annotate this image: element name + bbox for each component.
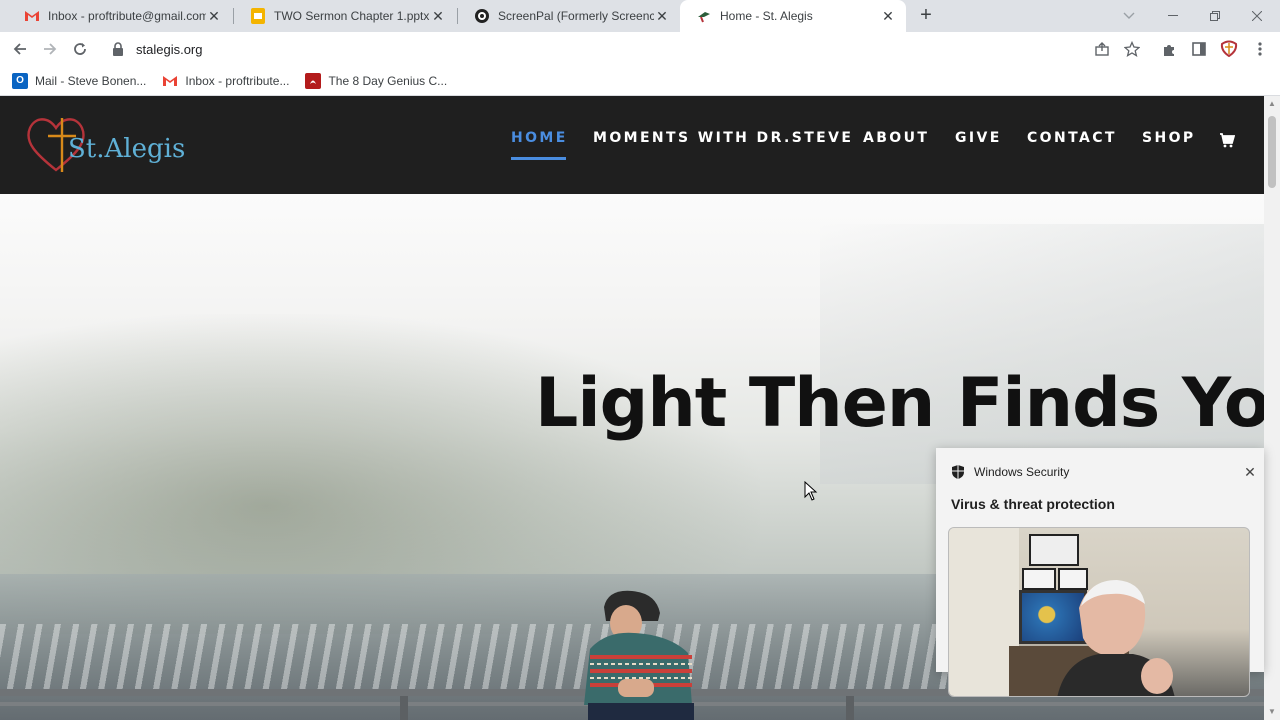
reload-button[interactable]	[67, 36, 93, 62]
bookmark-mail[interactable]: O Mail - Steve Bonen...	[12, 72, 147, 89]
minimize-icon[interactable]	[1150, 0, 1196, 32]
hero-headline: Light Then Finds You	[535, 364, 1264, 443]
site-logo[interactable]: St.Alegis	[26, 114, 186, 176]
tab-sermon-slides[interactable]: TWO Sermon Chapter 1.pptx - G ✕	[234, 0, 456, 32]
tab-title: Inbox - proftribute@gmail.com -	[48, 9, 206, 23]
tab-title: ScreenPal (Formerly Screencast-O	[498, 9, 654, 23]
share-icon[interactable]	[1090, 37, 1114, 61]
back-button[interactable]	[7, 36, 33, 62]
close-icon[interactable]: ✕	[206, 8, 222, 24]
forward-button[interactable]	[37, 36, 63, 62]
close-icon[interactable]: ✕	[880, 8, 896, 24]
scroll-down-icon[interactable]: ▼	[1268, 708, 1276, 716]
lock-icon	[113, 42, 123, 56]
nav-give-label: GIVE	[955, 130, 1002, 146]
nav-about-label: ABOUT	[863, 130, 930, 146]
new-tab-button[interactable]: +	[914, 4, 938, 28]
bookmark-label: Inbox - proftribute...	[185, 73, 290, 88]
nav-home[interactable]: HOME	[511, 130, 568, 160]
presenter-image	[1057, 580, 1175, 696]
railing-post	[846, 696, 854, 720]
tab-gmail-inbox[interactable]: Inbox - proftribute@gmail.com - ✕	[8, 0, 232, 32]
tab-st-alegis[interactable]: Home - St. Alegis ✕	[680, 0, 906, 32]
site-header: St.Alegis HOME MOMENTS WITH DR.STEVE ABO…	[0, 96, 1264, 194]
extensions-icon[interactable]	[1157, 37, 1181, 61]
tab-strip: Inbox - proftribute@gmail.com - ✕ TWO Se…	[0, 0, 1280, 32]
nav-give[interactable]: GIVE	[955, 130, 1002, 146]
webcam-overlay[interactable]	[948, 527, 1250, 697]
toast-header: Windows Security	[950, 464, 1069, 480]
bookmark-label: The 8 Day Genius C...	[328, 73, 448, 88]
tab-search-icon[interactable]	[1106, 0, 1152, 32]
screenpal-icon	[474, 8, 490, 24]
tab-title: Home - St. Alegis	[720, 9, 813, 23]
bookmark-8-day-genius[interactable]: The 8 Day Genius C...	[305, 72, 448, 89]
close-icon[interactable]: ✕	[430, 8, 446, 24]
toast-heading: Virus & threat protection	[951, 496, 1115, 512]
stalegis-icon	[696, 8, 712, 24]
page-scrollbar[interactable]: ▲ ▼	[1264, 96, 1280, 720]
window-close-icon[interactable]	[1234, 0, 1280, 32]
address-bar[interactable]: stalegis.org	[102, 35, 1152, 63]
railing-post	[400, 696, 408, 720]
bookmarks-bar: O Mail - Steve Bonen... Inbox - proftrib…	[0, 66, 1280, 96]
gmail-icon	[162, 73, 178, 89]
bookmark-star-icon[interactable]	[1120, 37, 1144, 61]
slides-icon	[250, 8, 266, 24]
nav-moments[interactable]: MOMENTS WITH DR.STEVE	[593, 130, 853, 146]
nav-moments-label: MOMENTS WITH DR.STEVE	[593, 130, 854, 146]
nav-active-underline	[511, 157, 566, 160]
pdf-icon	[305, 72, 322, 89]
restore-icon[interactable]	[1192, 0, 1238, 32]
url-text: stalegis.org	[136, 41, 203, 57]
nav-contact-label: CONTACT	[1027, 130, 1117, 146]
gmail-icon	[24, 8, 40, 24]
browser-toolbar: stalegis.org	[0, 32, 1280, 66]
close-icon[interactable]: ✕	[654, 8, 670, 24]
bookmark-label: Mail - Steve Bonen...	[35, 73, 147, 88]
nav-home-label: HOME	[511, 130, 568, 146]
close-icon[interactable]: ✕	[1242, 464, 1258, 480]
tab-screenpal[interactable]: ScreenPal (Formerly Screencast-O ✕	[458, 0, 680, 32]
bookmark-inbox[interactable]: Inbox - proftribute...	[162, 73, 289, 89]
hero-river-foam	[0, 624, 960, 694]
nav-shop-label: SHOP	[1142, 130, 1196, 146]
mouse-cursor-icon	[804, 481, 818, 501]
scroll-up-icon[interactable]: ▲	[1268, 100, 1276, 108]
profile-avatar[interactable]	[1217, 37, 1241, 61]
tab-title: TWO Sermon Chapter 1.pptx - G	[274, 9, 430, 23]
side-panel-icon[interactable]	[1187, 37, 1211, 61]
toast-app-name: Windows Security	[974, 465, 1070, 479]
menu-kebab-icon[interactable]	[1248, 37, 1272, 61]
shield-icon	[952, 465, 964, 479]
nav-contact[interactable]: CONTACT	[1027, 130, 1117, 146]
outlook-icon: O	[12, 72, 28, 89]
cart-icon[interactable]	[1219, 132, 1235, 148]
scrollbar-thumb[interactable]	[1268, 116, 1276, 188]
logo-text: St.Alegis	[68, 134, 186, 164]
person-image	[584, 590, 694, 720]
nav-about[interactable]: ABOUT	[863, 130, 929, 146]
nav-shop[interactable]: SHOP	[1142, 130, 1196, 146]
hero-bridge-bg	[820, 224, 1264, 484]
webcam-picture-frame	[1029, 534, 1079, 566]
